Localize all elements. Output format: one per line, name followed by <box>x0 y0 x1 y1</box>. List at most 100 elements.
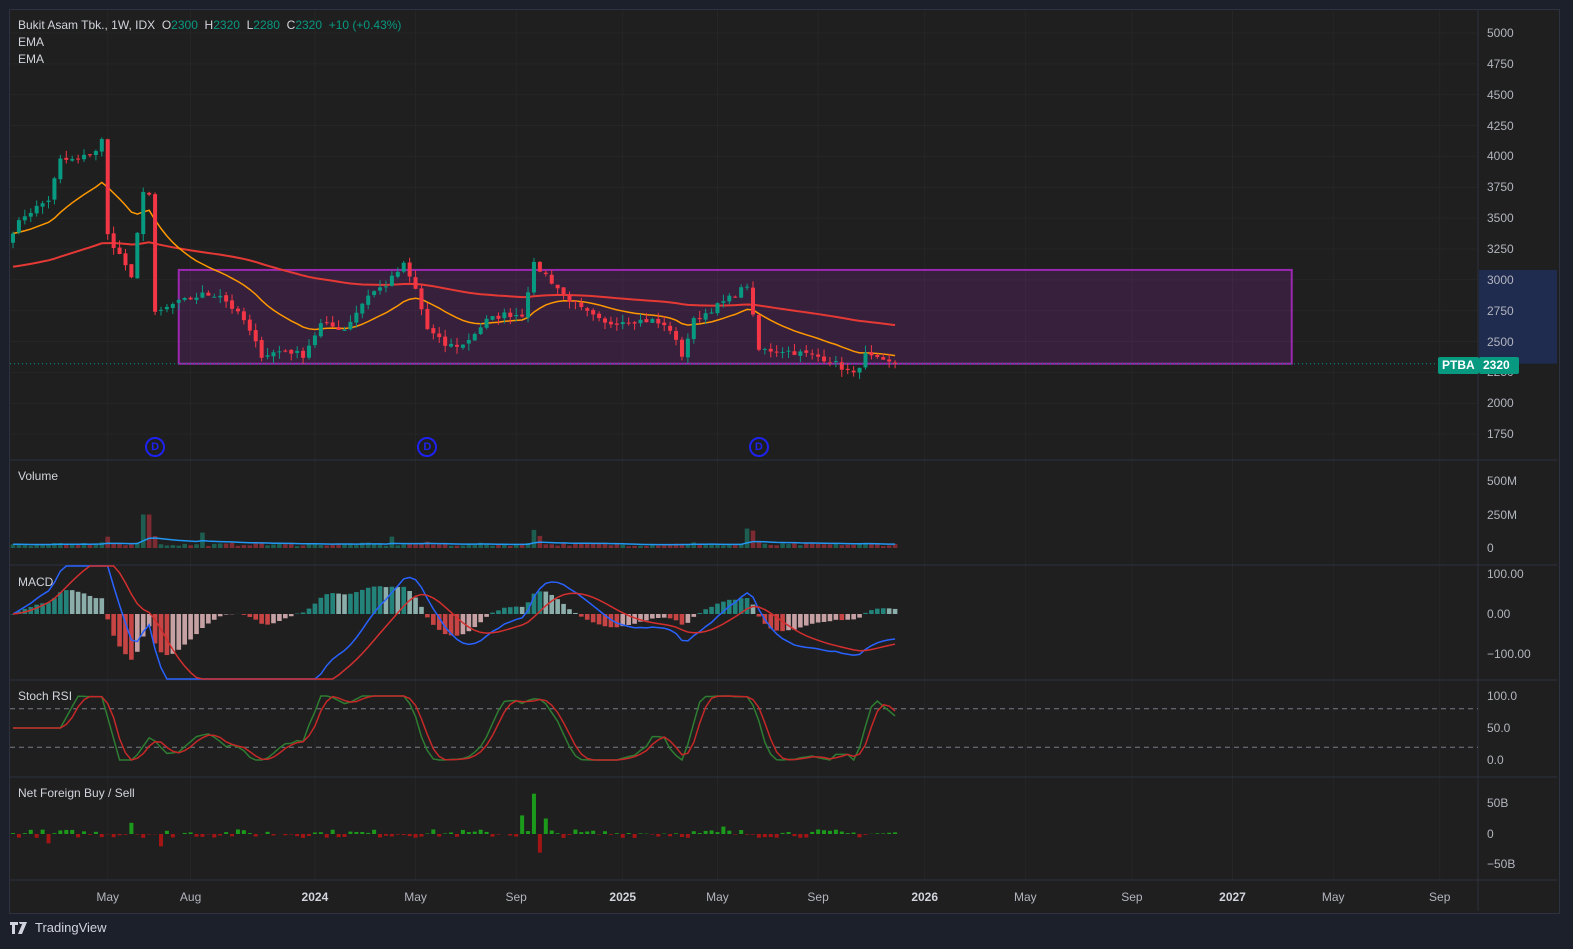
net-foreign-bar <box>762 834 767 838</box>
candle-body <box>265 355 270 357</box>
macd-histogram-bar <box>253 614 259 620</box>
volume-bar <box>211 543 217 548</box>
volume-bar <box>460 545 466 548</box>
macd-histogram-bar <box>312 603 318 614</box>
volume-bar <box>655 545 661 548</box>
volume-bar <box>774 545 779 548</box>
volume-bar <box>644 545 649 548</box>
net-foreign-bar <box>443 833 448 834</box>
macd-histogram-bar <box>330 593 335 614</box>
volume-bar <box>123 545 128 548</box>
volume-bar <box>691 542 697 548</box>
stoch-axis-label: 100.0 <box>1487 689 1518 703</box>
candle-body <box>721 301 726 303</box>
candle-body <box>626 322 631 324</box>
macd-histogram-bar <box>99 598 105 614</box>
candle-body <box>135 232 140 279</box>
volume-bar <box>194 544 199 548</box>
price-axis-label: 5000 <box>1487 26 1514 40</box>
macd-histogram-bar <box>176 614 182 650</box>
volume-bar <box>277 543 282 548</box>
volume-bar <box>395 545 401 548</box>
net-foreign-bar <box>224 832 229 834</box>
macd-histogram-bar <box>306 608 312 614</box>
volume-bar <box>555 545 560 548</box>
volume-bar <box>117 543 122 548</box>
net-foreign-bar <box>691 831 696 834</box>
dividend-marker-icon[interactable]: D <box>417 437 438 457</box>
volume-bar <box>265 545 270 548</box>
macd-histogram-bar <box>413 597 418 614</box>
net-foreign-bar <box>342 834 347 837</box>
net-foreign-bar <box>774 834 779 838</box>
volume-bar <box>229 542 235 548</box>
volume-bar <box>354 545 359 548</box>
net-foreign-bar <box>484 831 489 834</box>
candle-body <box>455 344 459 347</box>
macd-histogram-bar <box>679 614 685 625</box>
dividend-marker-icon[interactable]: D <box>748 437 769 457</box>
net-foreign-bar <box>845 833 850 834</box>
candle-body <box>70 158 75 161</box>
candle-body <box>372 291 377 296</box>
candle-body <box>230 300 235 309</box>
net-foreign-bar <box>591 830 596 834</box>
candle-body <box>644 319 649 323</box>
net-foreign-bar <box>241 830 246 834</box>
macd-histogram-bar <box>857 614 862 618</box>
net-foreign-bar <box>82 831 87 834</box>
chart-canvas[interactable] <box>0 0 1573 949</box>
macd-histogram-bar <box>46 602 51 614</box>
net-foreign-bar <box>603 831 607 834</box>
macd-histogram-bar <box>715 603 720 614</box>
volume-bar <box>283 544 288 548</box>
dividend-marker-icon[interactable]: D <box>145 437 166 457</box>
net-foreign-bar <box>135 834 140 835</box>
net-foreign-bar <box>620 834 625 838</box>
candle-body <box>768 348 773 352</box>
price-axis-label: 4000 <box>1487 149 1514 164</box>
indicator-ema-1[interactable]: EMA <box>18 35 44 49</box>
candle-body <box>117 247 122 254</box>
candle-body <box>383 286 388 288</box>
candle-body <box>64 157 69 160</box>
time-axis-label: Sep <box>807 890 829 904</box>
macd-histogram-bar <box>543 591 549 614</box>
net-foreign-bar <box>703 830 708 834</box>
indicator-ema-2[interactable]: EMA <box>18 52 44 66</box>
net-foreign-bar <box>721 826 726 834</box>
volume-bar <box>259 543 264 548</box>
net-foreign-bar <box>230 834 235 837</box>
volume-bar <box>809 543 815 548</box>
macd-histogram-bar <box>549 594 555 614</box>
stoch-axis-label: 50.0 <box>1487 721 1511 735</box>
candle-body <box>869 352 874 356</box>
volume-bar <box>217 543 223 548</box>
macd-histogram-bar <box>182 614 187 645</box>
candle-body <box>751 287 755 315</box>
net-foreign-bar <box>531 793 536 834</box>
candle-body <box>614 323 619 325</box>
candle-body <box>307 345 311 358</box>
net-foreign-bar <box>816 829 821 834</box>
net-foreign-bar <box>99 834 104 838</box>
volume-bar <box>661 545 667 548</box>
net-foreign-bar <box>709 830 714 834</box>
tradingview-logo[interactable]: TradingView <box>10 920 107 935</box>
net-foreign-bar <box>22 833 27 834</box>
candle-body <box>650 319 655 323</box>
candle-body <box>188 297 193 300</box>
volume-bar <box>330 544 335 548</box>
net-foreign-bar <box>585 831 590 834</box>
macd-histogram-bar <box>200 614 205 628</box>
volume-bar <box>164 545 170 548</box>
high-value: 2320 <box>213 18 240 32</box>
volume-bar <box>614 544 620 548</box>
volume-bar <box>543 544 549 548</box>
macd-histogram-bar <box>821 614 827 622</box>
net-foreign-bar <box>253 834 258 837</box>
candle-body <box>301 350 306 358</box>
net-foreign-bar <box>496 834 501 835</box>
candle-body <box>324 322 329 324</box>
candle-body <box>573 301 578 303</box>
